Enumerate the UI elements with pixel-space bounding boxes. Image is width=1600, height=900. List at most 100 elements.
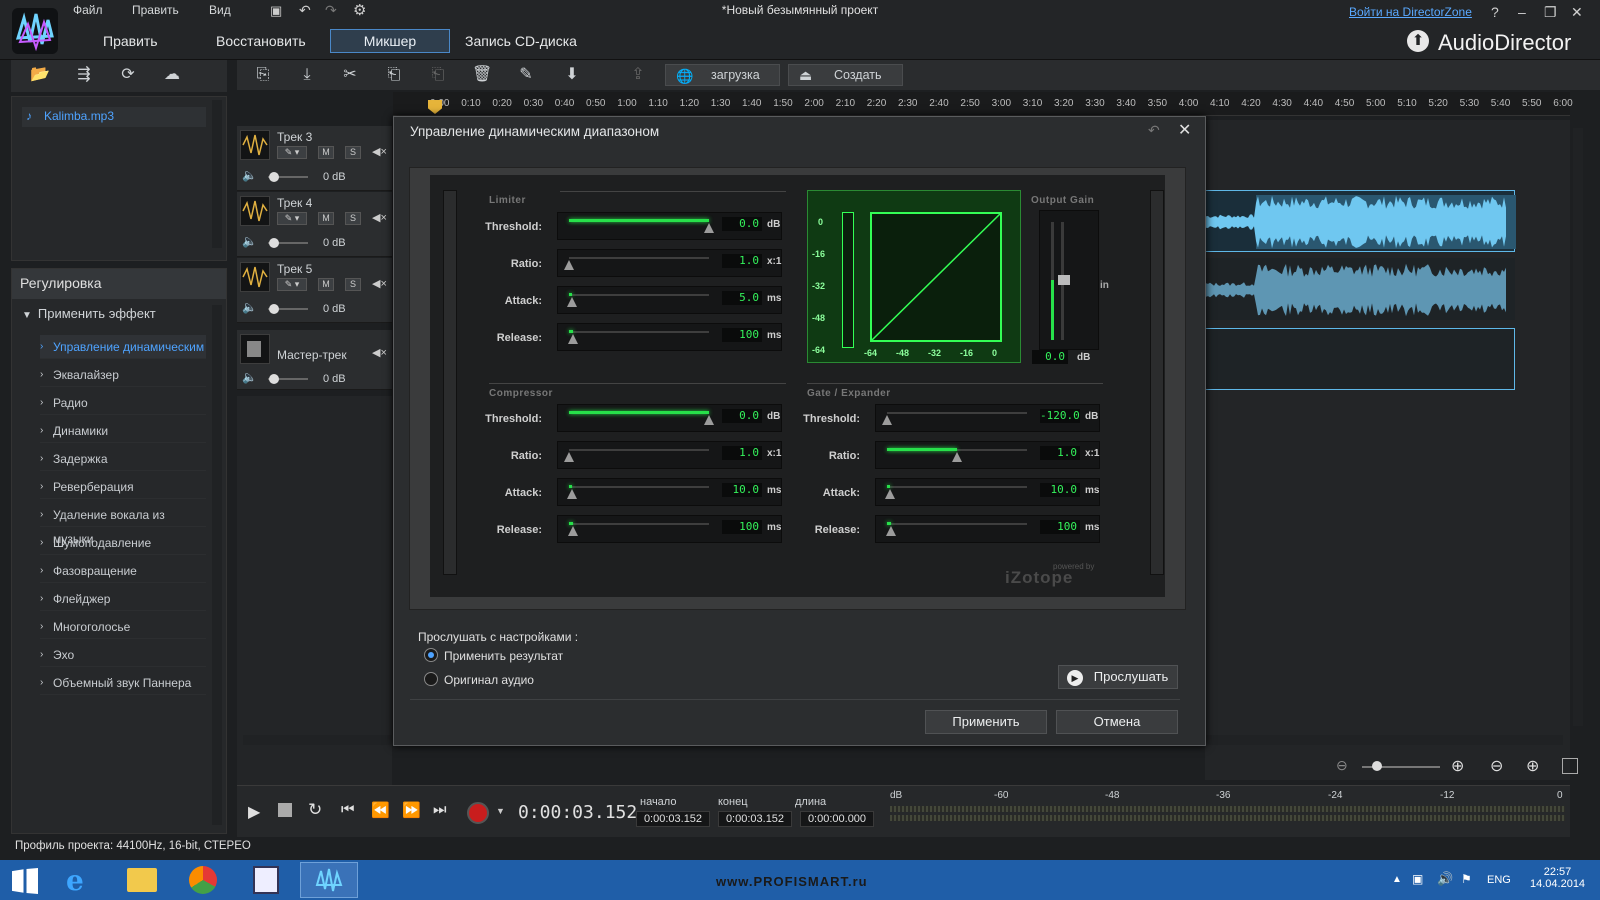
track-mute-button[interactable]: M [318,212,334,225]
track-edit-dropdown[interactable]: ✎ ▾ [277,146,307,159]
volume-slider-handle[interactable] [269,238,279,248]
effect-item[interactable]: › Задержка [40,447,206,471]
export-dropdown-icon[interactable]: ⬇ [562,66,582,84]
track-mute-button[interactable]: M [318,146,334,159]
play-icon[interactable]: ▶ [248,802,260,822]
copy-icon[interactable]: ⎗ [384,66,404,84]
param-value-field[interactable]: 100 [722,520,762,534]
cancel-button[interactable]: Отмена [1056,710,1178,734]
param-value-field[interactable]: 100 [1040,520,1080,534]
tab-restore[interactable]: Восстановить [216,33,306,49]
param-value-field[interactable]: 10.0 [1040,483,1080,497]
output-gain-fader-handle[interactable] [1058,275,1070,285]
language-indicator[interactable]: ENG [1487,874,1511,886]
library-item-kalimba[interactable]: ♪ Kalimba.mp3 [22,107,206,127]
windows-start-icon[interactable] [12,868,38,894]
internet-explorer-icon[interactable]: e [66,864,84,897]
empty-clip-master[interactable] [1205,328,1515,390]
create-button[interactable]: ⏏ Создать [788,64,903,86]
library-scrollbar[interactable] [212,100,222,248]
cloud-icon[interactable]: ☁ [162,66,182,84]
track-solo-button[interactable]: S [345,278,361,291]
volume-slider-handle[interactable] [269,172,279,182]
vertical-zoom-out-icon[interactable]: ⊖ [1490,756,1503,776]
close-icon[interactable]: ✕ [1571,4,1583,21]
radio-original-audio[interactable] [424,672,438,686]
param-value-field[interactable]: 10.0 [722,483,762,497]
audio-clip-track4[interactable] [1205,190,1516,252]
pencil-icon[interactable]: ✎ [516,66,536,84]
volume-slider-handle[interactable] [269,304,279,314]
new-track-icon[interactable]: ⎘ [253,66,273,84]
effect-item[interactable]: › Радио [40,391,206,415]
start-time-field[interactable]: 0:00:03.152 [636,811,710,827]
fast-forward-icon[interactable]: ⏩ [402,801,421,819]
param-slider-track[interactable] [569,294,709,296]
file-explorer-icon[interactable] [127,868,157,892]
apply-effect-header[interactable]: ▼ Применить эффект [22,306,156,321]
output-gain-value[interactable]: 0.0 [1032,350,1068,364]
track-solo-button[interactable]: S [345,146,361,159]
end-time-field[interactable]: 0:00:03.152 [718,811,792,827]
cut-icon[interactable]: ✂ [340,66,360,84]
directorzone-login-link[interactable]: Войти на DirectorZone [1349,5,1472,19]
floppy-app-icon[interactable] [253,866,279,894]
param-slider-track[interactable] [887,412,1027,414]
param-slider-track[interactable] [887,486,1027,488]
restore-icon[interactable]: ❐ [1544,4,1557,21]
param-value-field[interactable]: 1.0 [722,446,762,460]
zoom-slider-handle[interactable] [1372,761,1382,771]
app-icon-colorful[interactable] [189,866,217,894]
volume-slider-handle[interactable] [269,374,279,384]
skip-end-icon[interactable]: ⏭ [433,801,447,818]
effect-item[interactable]: › Управление динамическим [40,335,206,359]
preview-button[interactable]: ▶ Прослушать [1058,665,1178,689]
track-output-icon[interactable]: ◀× [372,211,387,224]
network-icon[interactable]: ▣ [1412,872,1423,886]
loop-icon[interactable]: ↻ [308,800,322,820]
zoom-in-icon[interactable]: ⊕ [1451,756,1464,776]
skip-start-icon[interactable]: ⏮ [341,801,355,818]
action-center-icon[interactable]: ⚑ [1461,872,1472,886]
track-solo-button[interactable]: S [345,212,361,225]
effect-item[interactable]: › Шумоподавление [40,531,206,555]
param-slider-track[interactable] [569,331,709,333]
adjust-scrollbar[interactable] [212,305,222,825]
effect-item[interactable]: › Эхо [40,643,206,667]
track-mute-button[interactable]: M [318,278,334,291]
param-value-field[interactable]: 100 [722,328,762,342]
param-value-field[interactable]: 1.0 [1040,446,1080,460]
zoom-out-icon[interactable]: ⊖ [1336,757,1348,774]
paste-icon[interactable]: ⎗ [428,66,448,84]
stop-icon[interactable] [278,803,292,817]
import-icon[interactable]: ⇶ [74,66,94,84]
param-slider-track[interactable] [569,257,709,259]
effect-item[interactable]: › Удаление вокала из музыки [40,503,206,546]
effect-item[interactable]: › Флейджер [40,587,206,611]
rewind-icon[interactable]: ⏪ [371,801,390,819]
insert-icon[interactable]: ⤓ [297,66,317,84]
apply-button[interactable]: Применить [925,710,1047,734]
track-output-icon[interactable]: ◀× [372,346,387,359]
fit-view-icon[interactable] [1562,758,1578,774]
track-output-icon[interactable]: ◀× [372,145,387,158]
effect-item[interactable]: › Многоголосье [40,615,206,639]
delete-icon[interactable]: 🗑 [472,66,492,84]
audiodirector-taskbar-button[interactable] [300,862,358,898]
param-slider-track[interactable] [887,523,1027,525]
length-field[interactable]: 0:00:00.000 [800,811,874,827]
dialog-reset-icon[interactable]: ↶ [1148,122,1160,139]
tab-edit[interactable]: Править [103,33,158,49]
param-slider-track[interactable] [569,449,709,451]
record-dropdown-icon[interactable]: ▼ [496,806,505,816]
record-icon[interactable] [467,802,489,824]
dialog-close-icon[interactable]: ✕ [1178,120,1191,140]
param-value-field[interactable]: 1.0 [722,254,762,268]
volume-icon[interactable]: 🔊 [1437,871,1453,887]
param-slider-track[interactable] [569,486,709,488]
param-value-field[interactable]: 0.0 [722,217,762,231]
clock[interactable]: 22:57 14.04.2014 [1530,866,1585,890]
tray-expand-icon[interactable]: ▲ [1392,874,1402,885]
param-value-field[interactable]: 5.0 [722,291,762,305]
param-value-field[interactable]: 0.0 [722,409,762,423]
